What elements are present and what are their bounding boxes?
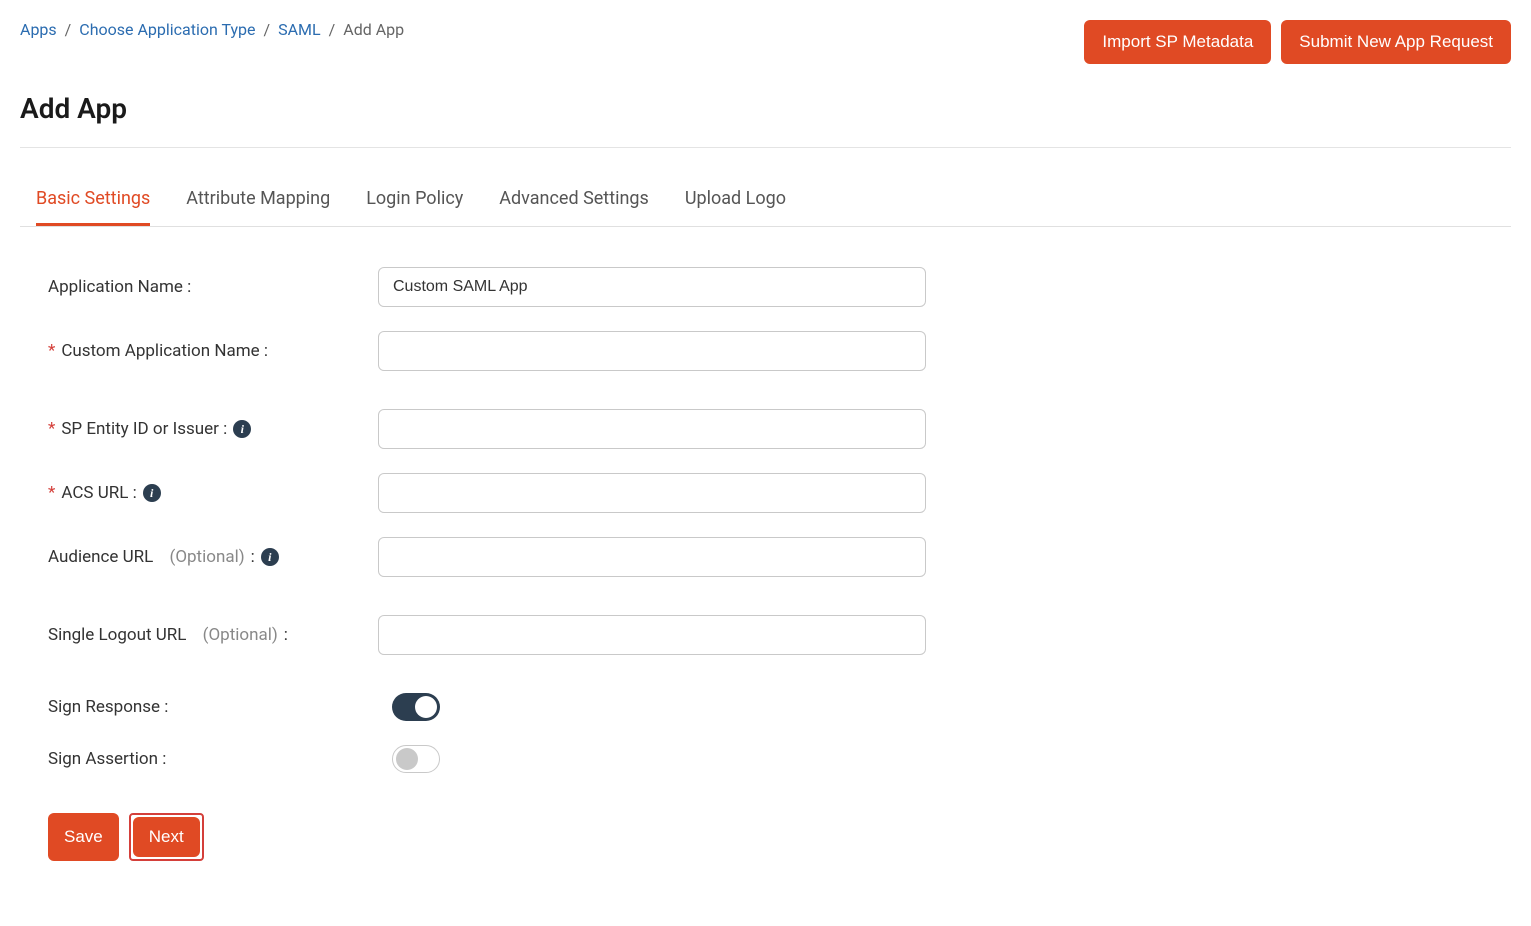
info-icon[interactable]: i <box>233 420 251 438</box>
submit-new-app-request-button[interactable]: Submit New App Request <box>1281 20 1511 64</box>
application-name-input[interactable] <box>378 267 926 307</box>
save-button[interactable]: Save <box>48 813 119 861</box>
tab-attribute-mapping[interactable]: Attribute Mapping <box>186 178 330 226</box>
audience-url-input[interactable] <box>378 537 926 577</box>
info-icon[interactable]: i <box>261 548 279 566</box>
tab-upload-logo[interactable]: Upload Logo <box>685 178 786 226</box>
breadcrumb: Apps / Choose Application Type / SAML / … <box>20 20 404 39</box>
next-button-highlight: Next <box>129 813 204 861</box>
tabs: Basic Settings Attribute Mapping Login P… <box>20 178 1511 227</box>
sp-entity-id-input[interactable] <box>378 409 926 449</box>
next-button[interactable]: Next <box>133 817 200 857</box>
info-icon[interactable]: i <box>143 484 161 502</box>
page-title: Add App <box>20 92 1511 125</box>
label-custom-application-name: *Custom Application Name : <box>48 341 378 361</box>
breadcrumb-apps[interactable]: Apps <box>20 20 57 39</box>
label-sp-entity-id: *SP Entity ID or Issuer : i <box>48 419 378 439</box>
import-sp-metadata-button[interactable]: Import SP Metadata <box>1084 20 1271 64</box>
header-buttons: Import SP Metadata Submit New App Reques… <box>1084 20 1511 64</box>
required-marker: * <box>48 483 55 503</box>
label-single-logout-url: Single Logout URL (Optional) : <box>48 625 378 645</box>
breadcrumb-saml[interactable]: SAML <box>278 20 321 39</box>
label-audience-url: Audience URL (Optional) : i <box>48 547 378 567</box>
breadcrumb-sep: / <box>65 20 72 39</box>
breadcrumb-current: Add App <box>343 20 404 39</box>
label-application-name: Application Name : <box>48 277 378 297</box>
breadcrumb-sep: / <box>329 20 336 39</box>
breadcrumb-choose-type[interactable]: Choose Application Type <box>79 20 255 39</box>
tab-advanced-settings[interactable]: Advanced Settings <box>499 178 649 226</box>
breadcrumb-sep: / <box>264 20 271 39</box>
custom-application-name-input[interactable] <box>378 331 926 371</box>
single-logout-url-input[interactable] <box>378 615 926 655</box>
sign-assertion-toggle[interactable] <box>392 745 440 773</box>
tab-basic-settings[interactable]: Basic Settings <box>36 178 150 226</box>
tab-login-policy[interactable]: Login Policy <box>366 178 463 226</box>
required-marker: * <box>48 341 55 361</box>
label-acs-url: *ACS URL : i <box>48 483 378 503</box>
sign-response-toggle[interactable] <box>392 693 440 721</box>
label-sign-response: Sign Response : <box>48 697 378 717</box>
divider <box>20 147 1511 148</box>
required-marker: * <box>48 419 55 439</box>
label-sign-assertion: Sign Assertion : <box>48 749 378 769</box>
acs-url-input[interactable] <box>378 473 926 513</box>
